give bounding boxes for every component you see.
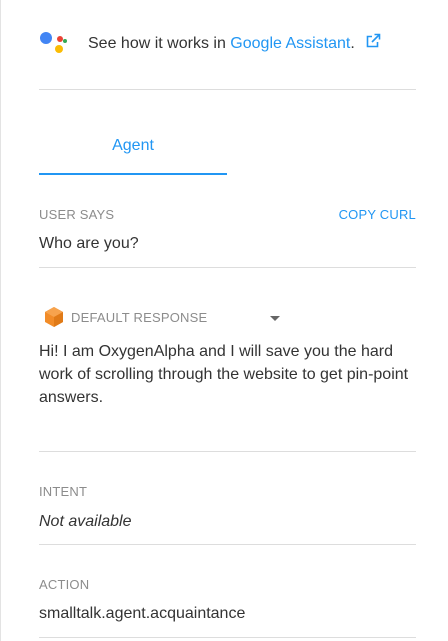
default-response-header: DEFAULT RESPONSE [39,305,281,329]
divider [39,89,416,90]
default-response-cube-icon [45,307,63,327]
chevron-down-icon[interactable] [270,315,281,321]
action-value: smalltalk.agent.acquaintance [39,605,246,622]
default-response-label: DEFAULT RESPONSE [71,309,208,325]
google-assistant-row: See how it works in Google Assistant. [39,28,381,58]
divider [39,451,416,452]
intent-value: Not available [39,513,132,530]
google-assistant-logo-icon [39,28,69,58]
tab-active-indicator [39,173,227,175]
action-label: ACTION [39,577,90,592]
tab-agent[interactable]: Agent [39,117,227,175]
panel-left-border [0,0,1,641]
default-response-text: Hi! I am OxygenAlpha and I will save you… [39,343,409,406]
copy-curl-button[interactable]: COPY CURL [339,207,416,222]
assistant-prefix: See how it works in [88,35,226,52]
intent-label: INTENT [39,484,88,499]
google-assistant-link[interactable]: Google Assistant [230,35,350,52]
divider [39,637,416,638]
divider [39,267,416,268]
user-says-label: USER SAYS [39,207,115,222]
external-link-icon[interactable] [365,33,381,49]
divider [39,544,416,545]
tab-agent-label: Agent [112,137,154,154]
assistant-caption: See how it works in Google Assistant. [88,33,381,53]
assistant-suffix: . [350,35,355,52]
user-says-value: Who are you? [39,235,139,252]
